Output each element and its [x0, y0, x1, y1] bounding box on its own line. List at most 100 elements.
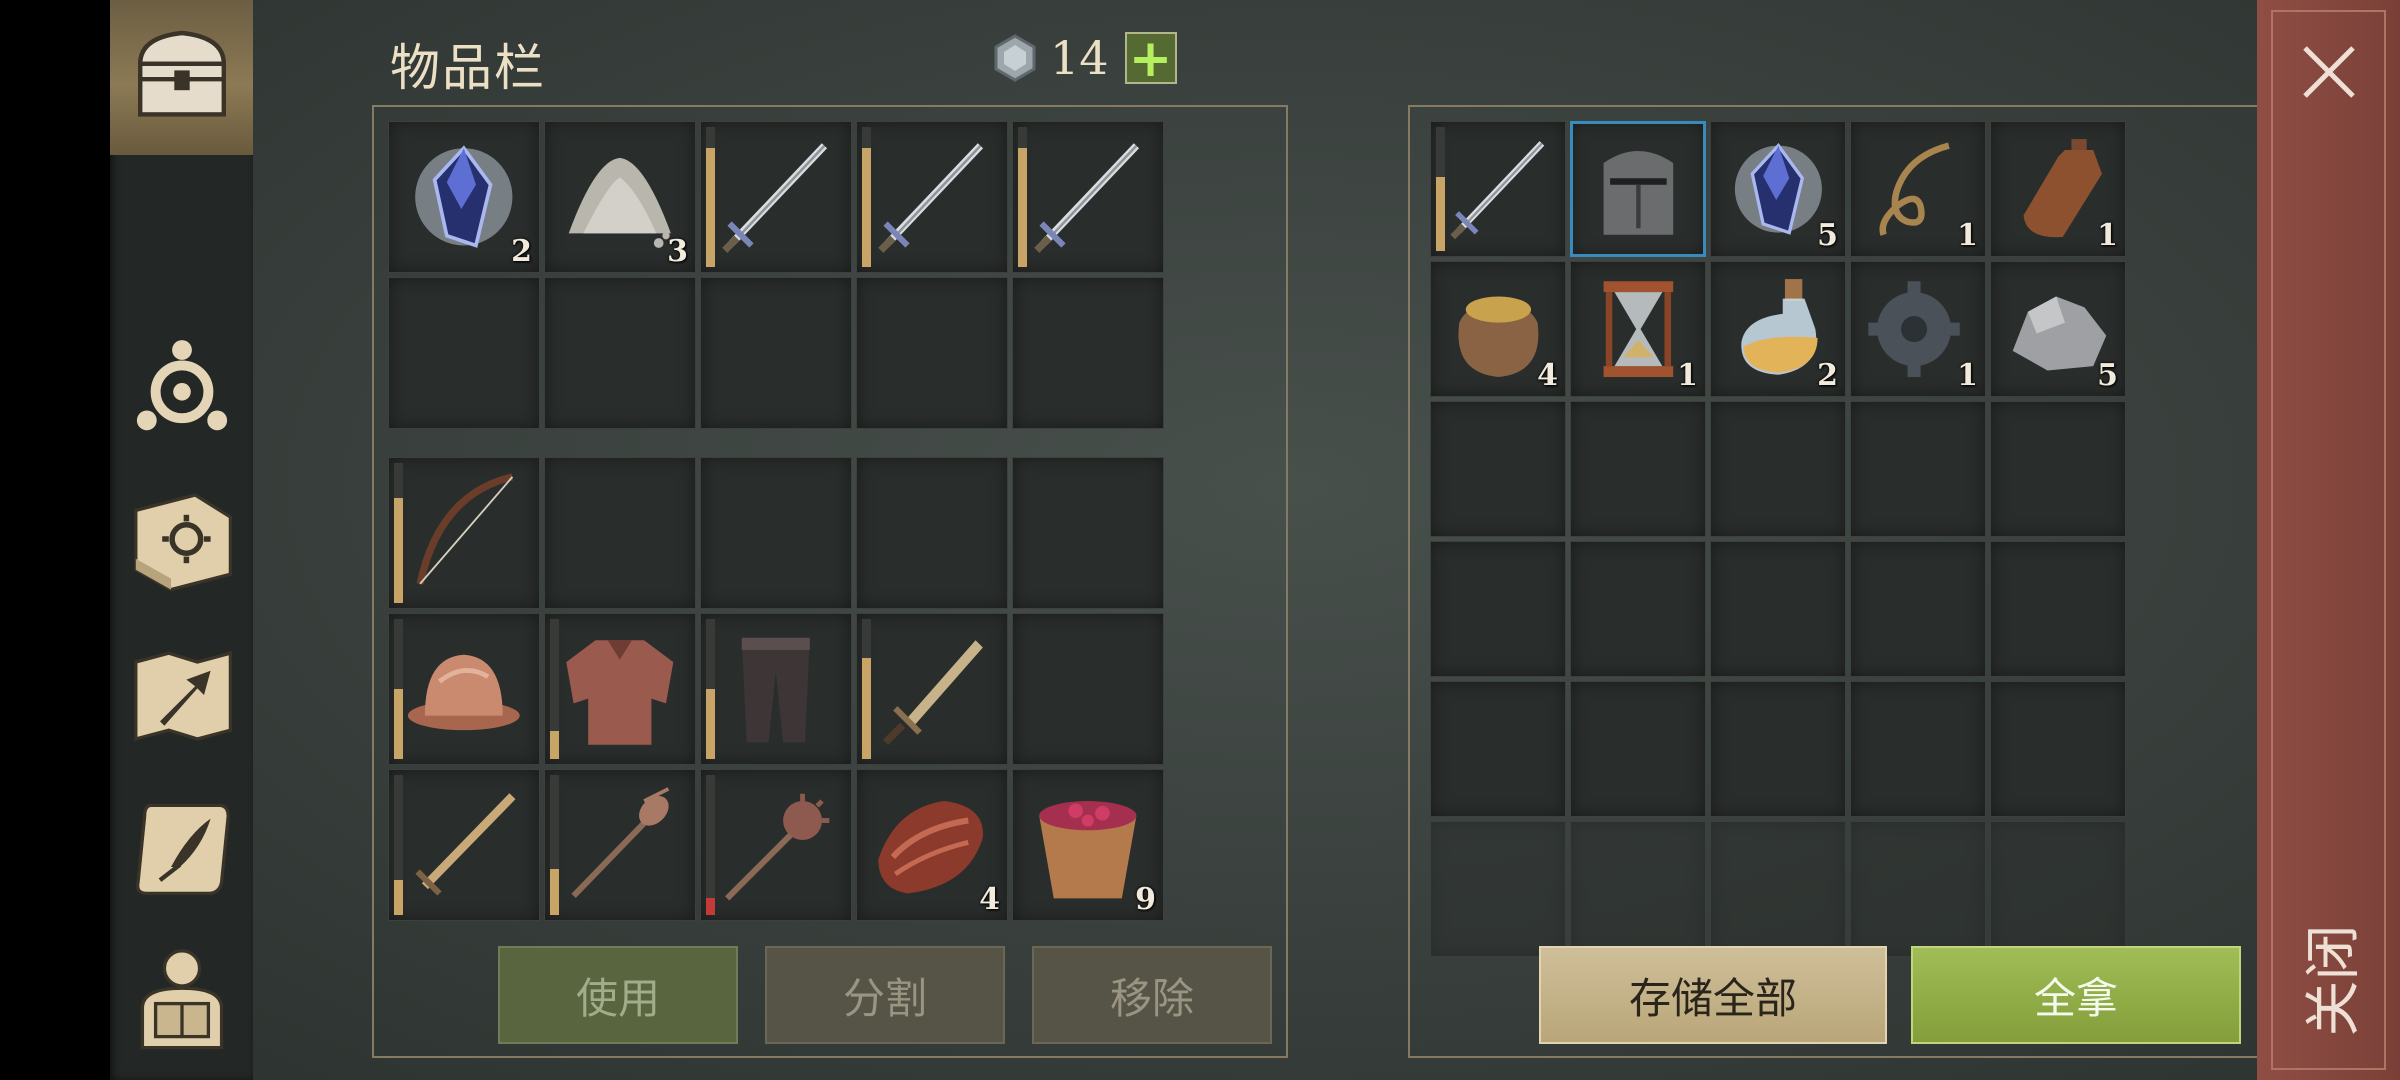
skills-icon[interactable] [125, 328, 239, 438]
inventory-slot[interactable] [388, 457, 540, 609]
empty-slot[interactable] [1570, 821, 1706, 957]
item-quantity: 1 [1957, 358, 1978, 393]
stone-dust-pile-icon [559, 133, 681, 261]
inventory-slot[interactable]: 4 [856, 769, 1008, 921]
empty-slot[interactable] [700, 457, 852, 609]
inventory-slot[interactable] [856, 121, 1008, 273]
empty-slot[interactable] [1990, 681, 2126, 817]
durability-fill [706, 898, 715, 915]
durability-bar [394, 775, 403, 915]
empty-slot[interactable] [1430, 401, 1566, 537]
item-quantity: 5 [2097, 358, 2118, 393]
empty-slot[interactable] [388, 277, 540, 429]
inventory-slot[interactable]: 1 [1570, 261, 1706, 397]
empty-slot[interactable] [1850, 401, 1986, 537]
recipe-book-icon[interactable] [125, 484, 239, 594]
inventory-slot[interactable] [544, 769, 696, 921]
empty-slot[interactable] [1430, 541, 1566, 677]
store-all-button[interactable]: 存储全部 [1539, 946, 1887, 1044]
equipment-grid: 49 [388, 457, 1164, 921]
empty-slot[interactable] [856, 457, 1008, 609]
wooden-sword-icon [403, 781, 525, 909]
item-quantity: 4 [1537, 358, 1558, 393]
take-all-button[interactable]: 全拿 [1911, 946, 2241, 1044]
inventory-slot[interactable]: 1 [1850, 261, 1986, 397]
empty-slot[interactable] [1430, 821, 1566, 957]
empty-slot[interactable] [1570, 541, 1706, 677]
empty-slot[interactable] [1430, 681, 1566, 817]
close-icon[interactable] [2293, 36, 2365, 108]
empty-slot[interactable] [1710, 541, 1846, 677]
inventory-slot[interactable] [700, 769, 852, 921]
longsword-icon [715, 133, 837, 261]
inventory-slot[interactable]: 3 [544, 121, 696, 273]
quest-scroll-icon[interactable] [125, 790, 239, 900]
empty-slot[interactable] [1990, 821, 2126, 957]
remove-button[interactable]: 移除 [1032, 946, 1272, 1044]
inventory-slot[interactable] [700, 121, 852, 273]
close-label[interactable]: 关闭 [2293, 905, 2367, 1055]
empty-slot[interactable] [1710, 681, 1846, 817]
empty-slot[interactable] [1012, 277, 1164, 429]
inventory-slot[interactable]: 1 [1990, 121, 2126, 257]
empty-slot[interactable] [1850, 541, 1986, 677]
map-icon[interactable] [125, 640, 239, 750]
empty-slot[interactable] [1710, 401, 1846, 537]
empty-slot[interactable] [1570, 681, 1706, 817]
inventory-slot[interactable] [388, 613, 540, 765]
bow-icon [403, 469, 525, 597]
durability-bar [862, 127, 871, 267]
inventory-slot[interactable]: 2 [1710, 261, 1846, 397]
inventory-slot[interactable] [1430, 121, 1566, 257]
inventory-slot[interactable] [1570, 121, 1706, 257]
item-quantity: 2 [511, 234, 532, 269]
add-currency-button[interactable]: + [1124, 32, 1177, 85]
short-sword-icon [871, 625, 993, 753]
durability-fill [862, 658, 871, 759]
inventory-slot[interactable]: 5 [1990, 261, 2126, 397]
empty-slot[interactable] [1710, 821, 1846, 957]
great-helm-icon [1584, 132, 1693, 246]
empty-slot[interactable] [544, 277, 696, 429]
inventory-slot[interactable]: 1 [1850, 121, 1986, 257]
empty-slot[interactable] [700, 277, 852, 429]
inventory-slot[interactable] [856, 613, 1008, 765]
durability-bar [550, 619, 559, 759]
inventory-slot[interactable]: 9 [1012, 769, 1164, 921]
durability-bar [550, 775, 559, 915]
durability-fill [862, 148, 871, 267]
inventory-slot[interactable]: 2 [388, 121, 540, 273]
inventory-slot[interactable] [1012, 121, 1164, 273]
empty-slot[interactable] [1990, 401, 2126, 537]
inventory-slot[interactable] [700, 613, 852, 765]
item-quantity: 9 [1135, 882, 1156, 917]
chest-icon[interactable] [125, 22, 239, 132]
inventory-slot[interactable] [544, 613, 696, 765]
longsword-icon [1027, 133, 1149, 261]
item-quantity: 1 [1677, 358, 1698, 393]
empty-slot[interactable] [1012, 457, 1164, 609]
empty-slot[interactable] [1990, 541, 2126, 677]
empty-slot[interactable] [856, 277, 1008, 429]
game-screen: 物品栏 14 + 23 49 使用 分割 移除 51141215 存储全部 全拿 [110, 0, 2265, 1080]
empty-slot[interactable] [1570, 401, 1706, 537]
inventory-title: 物品栏 [390, 39, 546, 97]
empty-slot[interactable] [1850, 681, 1986, 817]
close-panel[interactable]: 关闭 [2257, 0, 2400, 1080]
inventory-slot[interactable] [388, 769, 540, 921]
character-icon[interactable] [125, 942, 239, 1052]
durability-bar [394, 619, 403, 759]
inventory-slot[interactable]: 4 [1430, 261, 1566, 397]
pockets-grid: 23 [388, 121, 1164, 429]
empty-slot[interactable] [544, 457, 696, 609]
empty-slot[interactable] [1012, 613, 1164, 765]
item-quantity: 1 [1957, 218, 1978, 253]
use-button[interactable]: 使用 [498, 946, 738, 1044]
inventory-slot[interactable]: 5 [1710, 121, 1846, 257]
kettle-helmet-icon [403, 625, 525, 753]
empty-slot[interactable] [1850, 821, 1986, 957]
durability-fill [1018, 148, 1027, 267]
split-button[interactable]: 分割 [765, 946, 1005, 1044]
currency-amount: 14 [1050, 31, 1109, 85]
crystal-shard-icon [403, 133, 525, 261]
